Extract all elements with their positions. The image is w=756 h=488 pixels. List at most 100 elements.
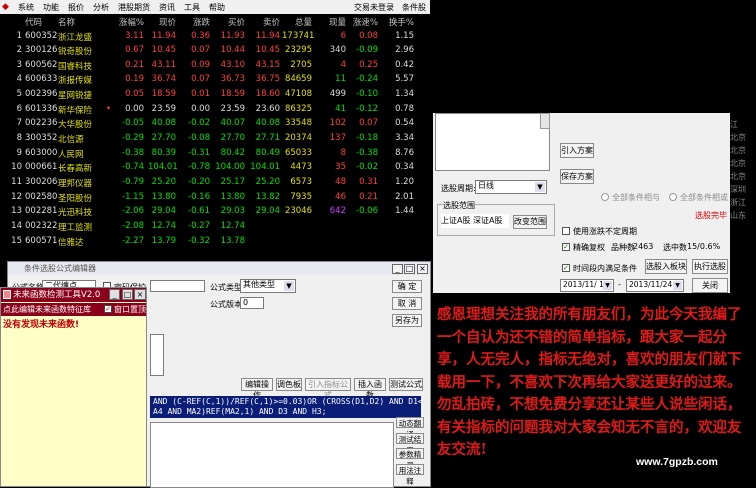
table-row[interactable]: 3 600562 国睿科技 0.21 43.11 0.09 43.10 43.15 2705 4 0… <box>0 59 430 74</box>
tool-minimize-button[interactable]: _ <box>109 289 120 300</box>
formula-type-select[interactable]: 其他类型 ▼ <box>240 279 296 293</box>
menu-item-tools[interactable]: 工具 <box>184 2 200 13</box>
change-range-button[interactable]: 改变范围 <box>513 215 547 229</box>
formula-code-area[interactable]: AND (C-REF(C,1))/REF(C,1)>=0.03)OR (CROS… <box>150 396 421 418</box>
menu-item-news[interactable]: 资讯 <box>159 2 175 13</box>
trade-status[interactable]: 交易未登录 <box>354 2 394 13</box>
save-as-button[interactable]: 另存为 <box>392 314 422 327</box>
test-result-button[interactable]: 测试结果 <box>396 433 424 455</box>
current-volume: 4 <box>340 59 346 70</box>
menu-item-quote[interactable]: 报价 <box>68 2 84 13</box>
edit-feature-lib-link[interactable]: 点此编辑未来函数特征库 <box>3 305 91 314</box>
adjust-checkbox[interactable]: ✓ <box>562 243 570 251</box>
close-panel-button[interactable]: 关闭 <box>692 278 728 293</box>
menu-item-system[interactable]: 系统 <box>18 2 34 13</box>
table-row[interactable]: 4 600633 浙报传媒 0.19 36.74 0.07 36.73 36.75 84659 1… <box>0 73 430 88</box>
radio-and[interactable] <box>601 193 609 201</box>
scheme-list[interactable] <box>435 113 550 171</box>
variable-period-label: 使用涨跌不定周期 <box>573 227 637 236</box>
header-code[interactable]: 代码 <box>25 16 42 28</box>
password-input[interactable] <box>150 280 205 292</box>
calendar-dropdown-icon[interactable]: ▼ <box>603 281 612 290</box>
stock-code: 601336 <box>25 103 58 114</box>
table-row[interactable]: 14 002322 理工监测 -2.08 12.74 -0.27 12.74 <box>0 220 430 235</box>
table-row[interactable]: 7 002236 大华股份 -0.05 40.08 -0.02 40.07 40.08 3354… <box>0 117 430 132</box>
time-range-checkbox[interactable]: ✓ <box>562 264 570 272</box>
editor-title: 条件选股公式编辑器 <box>8 262 430 275</box>
header-speed[interactable]: 涨速% <box>350 16 378 28</box>
stock-name: 新华保险 <box>58 105 93 116</box>
menu-item-function[interactable]: 功能 <box>43 2 59 13</box>
help-text-area[interactable] <box>150 422 394 488</box>
topmost-checkbox[interactable]: ✓ <box>104 305 112 313</box>
site-watermark: www.7gpzb.com <box>636 456 718 468</box>
header-ask[interactable]: 卖价 <box>250 16 280 28</box>
variable-period-checkbox[interactable] <box>562 227 570 235</box>
tool-close-button[interactable]: × <box>134 289 146 300</box>
palette-button[interactable]: 调色板 <box>276 378 302 391</box>
select-to-block-button[interactable]: 选股入板块 <box>645 259 687 274</box>
tool-maximize-button[interactable]: □ <box>122 289 133 300</box>
table-row[interactable]: 5 002396 星网锐捷 0.05 18.59 0.01 18.59 18.60 47108 4… <box>0 88 430 103</box>
save-scheme-button[interactable]: 保存方案 <box>560 169 594 184</box>
calendar-dropdown-icon[interactable]: ▼ <box>673 281 682 290</box>
condition-stock-menu[interactable]: 条件股 <box>402 2 426 13</box>
start-date-picker[interactable]: 2013/11/ 1 ▼ <box>560 279 614 292</box>
chevron-down-icon[interactable]: ▼ <box>535 182 545 192</box>
formula-version-input[interactable]: 0 <box>240 297 264 309</box>
minimize-button[interactable]: _ <box>392 264 403 274</box>
import-scheme-button[interactable]: 引入方案 <box>560 143 594 158</box>
price: 12.74 <box>151 220 176 231</box>
table-row[interactable]: 9 603000 人民网 -0.38 80.39 -0.31 80.42 80.49 65033… <box>0 147 430 162</box>
header-pct[interactable]: 涨幅% <box>110 16 144 28</box>
menu-item-analysis[interactable]: 分析 <box>93 2 109 13</box>
change-pct: -0.29 <box>122 133 144 144</box>
table-row[interactable]: 15 600571 信雅达 -2.27 13.79 -0.32 13.78 <box>0 235 430 250</box>
insert-function-button[interactable]: 插入函数 <box>354 378 386 400</box>
table-row[interactable]: 13 002281 光迅科技 -2.06 29.04 -0.61 29.03 29.04 230… <box>0 205 430 220</box>
confirm-button[interactable]: 确 定 <box>392 280 422 293</box>
table-row[interactable]: 12 002580 圣阳股份 -1.15 13.80 -0.16 13.80 13.82 793… <box>0 191 430 206</box>
row-index: 2 <box>16 45 22 56</box>
header-current[interactable]: 现量 <box>318 16 346 28</box>
row-index: 4 <box>16 74 22 85</box>
import-indicator-button[interactable]: 引入指标公式 <box>305 378 351 400</box>
speed-pct: 0.31 <box>359 177 378 187</box>
table-row[interactable]: 1 600352 浙江龙盛 3.11 11.94 0.36 11.93 11.94 173741… <box>0 30 430 45</box>
turnover-pct: 1.20 <box>395 177 414 187</box>
maximize-button[interactable]: □ <box>404 264 415 274</box>
edit-ops-button[interactable]: 编辑操作 <box>241 378 273 400</box>
total-volume: 23295 <box>284 45 312 56</box>
header-change[interactable]: 涨跌 <box>180 16 210 28</box>
header-turnover[interactable]: 换手% <box>384 16 414 28</box>
menu-item-help[interactable]: 帮助 <box>209 2 225 13</box>
ask-price: 18.60 <box>255 89 280 100</box>
header-bid[interactable]: 买价 <box>215 16 245 28</box>
end-date-picker[interactable]: 2013/11/24 ▼ <box>626 279 684 292</box>
current-volume: 137 <box>329 133 346 144</box>
radio-or[interactable] <box>669 193 677 201</box>
params-grid[interactable] <box>150 334 164 376</box>
table-row[interactable]: 10 000661 长春高新 -0.74 104.01 -0.78 104.00 104.01… <box>0 161 430 176</box>
header-name[interactable]: 名称 <box>58 16 75 28</box>
range-list[interactable]: 上证A股 深证A股 <box>441 214 509 228</box>
table-row[interactable]: 11 300206 理邦仪器 -0.79 25.20 -0.20 25.17 25.20 657… <box>0 176 430 191</box>
close-button[interactable]: × <box>417 264 428 274</box>
table-row[interactable]: 2 300126 锐奇股份 0.67 10.45 0.07 10.44 10.45 23295 3… <box>0 44 430 59</box>
header-price[interactable]: 现价 <box>148 16 176 28</box>
speed-pct: -0.10 <box>356 89 378 100</box>
cancel-button[interactable]: 取 消 <box>392 297 422 310</box>
dynamic-translate-button[interactable]: 动态翻译 <box>396 417 424 439</box>
table-row[interactable]: 6 601336 新华保险 • 0.00 23.59 0.00 23.59 23.60 86325… <box>0 103 430 118</box>
change: -0.08 <box>188 133 210 144</box>
chevron-down-icon[interactable]: ▼ <box>284 281 294 291</box>
scheme-scrollbar[interactable] <box>540 113 550 129</box>
table-row[interactable]: 8 300352 北信源 -0.29 27.70 -0.08 27.70 27.71 20374… <box>0 132 430 147</box>
execute-selection-button[interactable]: 执行选股 <box>692 259 728 274</box>
period-select[interactable]: 日线 ▼ <box>475 180 547 194</box>
test-formula-button[interactable]: 测试公式 <box>389 378 423 391</box>
menu-item-hk-futures[interactable]: 港股期货 <box>118 2 150 13</box>
header-volume[interactable]: 总量 <box>282 16 312 28</box>
param-wizard-button[interactable]: 参数精灵 <box>396 448 424 470</box>
usage-notes-button[interactable]: 用法注释 <box>396 464 424 486</box>
